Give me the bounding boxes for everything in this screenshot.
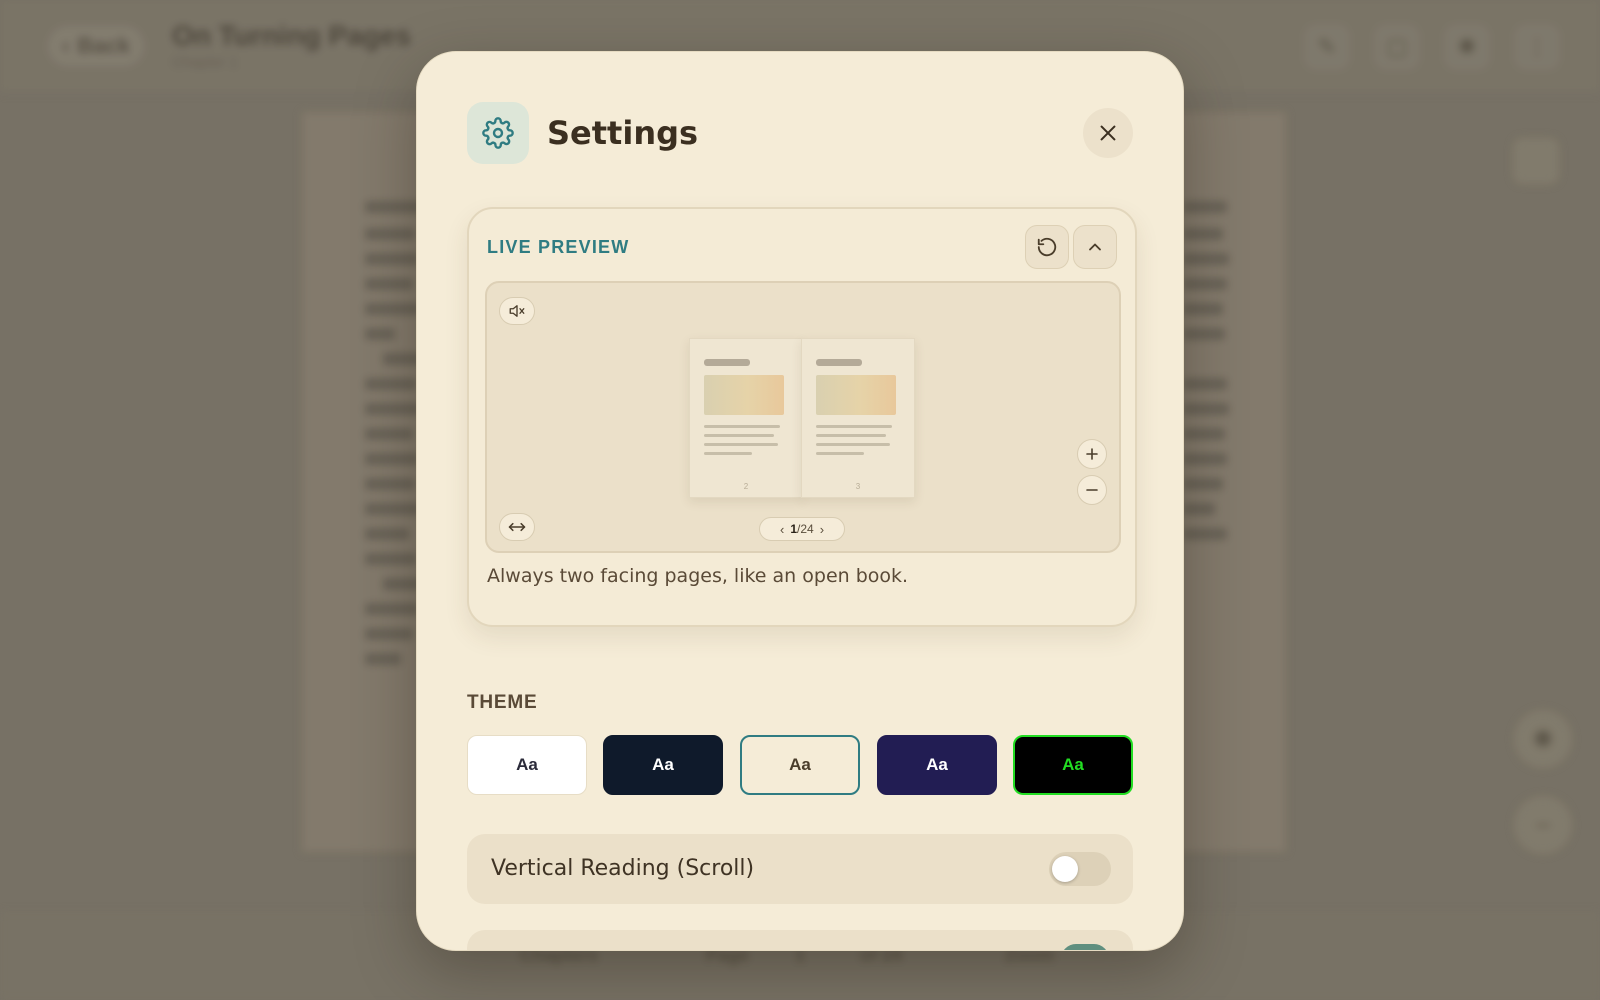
vertical-reading-row: Vertical Reading (Scroll) (467, 834, 1133, 904)
close-button[interactable] (1083, 108, 1133, 158)
vertical-reading-label: Vertical Reading (Scroll) (491, 856, 755, 881)
toggle-knob (1052, 856, 1078, 882)
collapse-preview-button[interactable] (1073, 225, 1117, 269)
theme-sepia-button[interactable]: Aa (740, 735, 860, 795)
modal-header: Settings (467, 102, 1133, 164)
preview-left-page-number: 2 (743, 482, 749, 491)
pager-total: /24 (797, 522, 814, 536)
zoom-in-button[interactable] (1077, 439, 1107, 469)
theme-dark-button[interactable]: Aa (603, 735, 723, 795)
theme-terminal-button[interactable]: Aa (1013, 735, 1133, 795)
theme-options: Aa Aa Aa Aa Aa (467, 735, 1133, 797)
preview-right-page-number: 3 (855, 482, 861, 491)
preview-right-page: 3 (801, 338, 915, 498)
theme-light-button[interactable]: Aa (467, 735, 587, 795)
preview-pager: ‹ 1/24 › (759, 517, 845, 541)
plus-icon (1086, 448, 1098, 460)
close-icon (1100, 125, 1116, 141)
modal-title: Settings (547, 114, 699, 152)
preview-stage: 2 3 ‹ 1/24 › (485, 281, 1121, 553)
fit-width-button[interactable] (499, 513, 535, 541)
mute-button[interactable] (499, 297, 535, 325)
chevron-left-icon[interactable]: ‹ (780, 522, 784, 537)
minus-icon (1086, 489, 1098, 491)
preview-left-page: 2 (689, 338, 803, 498)
theme-midnight-button[interactable]: Aa (877, 735, 997, 795)
preview-description: Always two facing pages, like an open bo… (487, 565, 909, 587)
next-setting-row (467, 930, 1133, 950)
settings-modal: Settings LIVE PREVIEW 2 3 ‹ 1/24 › Alway… (416, 51, 1184, 951)
mute-icon (509, 305, 525, 317)
pager-current: 1 (790, 522, 797, 536)
vertical-reading-toggle[interactable] (1049, 852, 1111, 886)
live-preview-card: LIVE PREVIEW 2 3 ‹ 1/24 › Always two fac… (467, 207, 1137, 627)
reset-icon (1037, 237, 1057, 257)
gear-icon (467, 102, 529, 164)
reset-preview-button[interactable] (1025, 225, 1069, 269)
chevron-up-icon (1089, 243, 1101, 251)
zoom-out-button[interactable] (1077, 475, 1107, 505)
theme-section-label: THEME (467, 692, 538, 713)
chevron-right-icon[interactable]: › (820, 522, 824, 537)
next-setting-toggle[interactable] (1061, 944, 1109, 950)
fit-width-icon (508, 522, 526, 532)
live-preview-label: LIVE PREVIEW (487, 237, 630, 257)
